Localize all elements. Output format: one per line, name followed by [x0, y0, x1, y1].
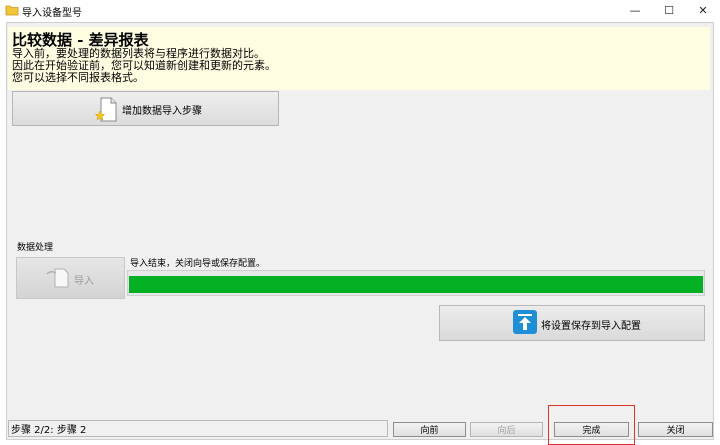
- next-button[interactable]: 向后: [470, 422, 543, 437]
- new-document-icon: [95, 97, 117, 122]
- upload-icon: [513, 310, 537, 334]
- close-window-button[interactable]: ✕: [686, 0, 720, 20]
- header-line-3: 您可以选择不同报表格式。: [12, 71, 144, 84]
- title-bar: [0, 0, 720, 20]
- finish-highlight-box: [548, 405, 635, 445]
- data-processing-label: 数据处理: [17, 243, 54, 253]
- import-icon: [46, 268, 69, 288]
- status-message: 导入结束，关闭向导或保存配置。: [130, 259, 266, 269]
- import-label: 导入: [74, 276, 94, 287]
- step-indicator: 步骤 2/2: 步骤 2: [11, 425, 87, 436]
- window-title: 导入设备型号: [22, 8, 82, 19]
- add-import-step-label: 增加数据导入步骤: [122, 106, 202, 117]
- minimize-button[interactable]: —: [618, 0, 652, 20]
- app-folder-icon: [5, 5, 19, 16]
- save-to-import-config-label: 将设置保存到导入配置: [541, 321, 641, 332]
- previous-button[interactable]: 向前: [393, 422, 466, 437]
- close-button[interactable]: 关闭: [638, 422, 713, 437]
- maximize-button[interactable]: ☐: [652, 0, 686, 20]
- progress-fill: [129, 276, 703, 293]
